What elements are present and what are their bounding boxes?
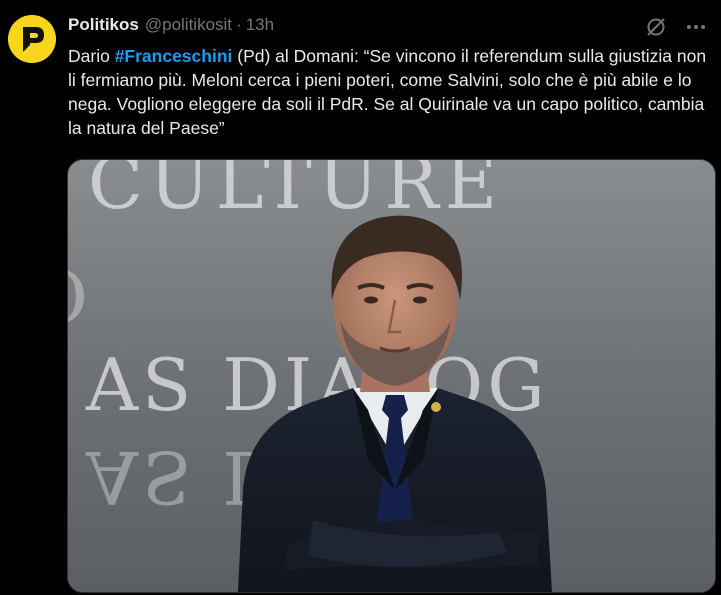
photo-image: CULTURE CULTURE AS DIALOG AS DIALOG [68, 160, 715, 592]
header-separator: · [236, 15, 242, 34]
photo-text-line-2: CULTURE [68, 253, 88, 337]
more-options-icon[interactable] [683, 14, 709, 40]
tweet-photo[interactable]: CULTURE CULTURE AS DIALOG AS DIALOG [67, 159, 716, 593]
politikos-logo-icon [8, 15, 56, 63]
tweet-card[interactable]: Politikos @politikosit · 13h Dario #Fran… [0, 0, 721, 595]
tweet-timestamp[interactable]: 13h [246, 15, 274, 35]
photo-text-line-1: CULTURE [88, 160, 503, 225]
author-name[interactable]: Politikos [68, 15, 139, 35]
grok-icon[interactable] [643, 14, 669, 40]
tweet-text: Dario #Franceschini (Pd) al Domani: “Se … [68, 44, 708, 140]
hashtag-link[interactable]: #Franceschini [115, 46, 233, 66]
tweet-header: Politikos @politikosit · 13h [68, 14, 274, 36]
author-handle[interactable]: @politikosit [145, 15, 232, 35]
tweet-text-prefix: Dario [68, 46, 115, 66]
author-avatar[interactable] [8, 15, 56, 63]
tweet-actions [643, 14, 709, 40]
